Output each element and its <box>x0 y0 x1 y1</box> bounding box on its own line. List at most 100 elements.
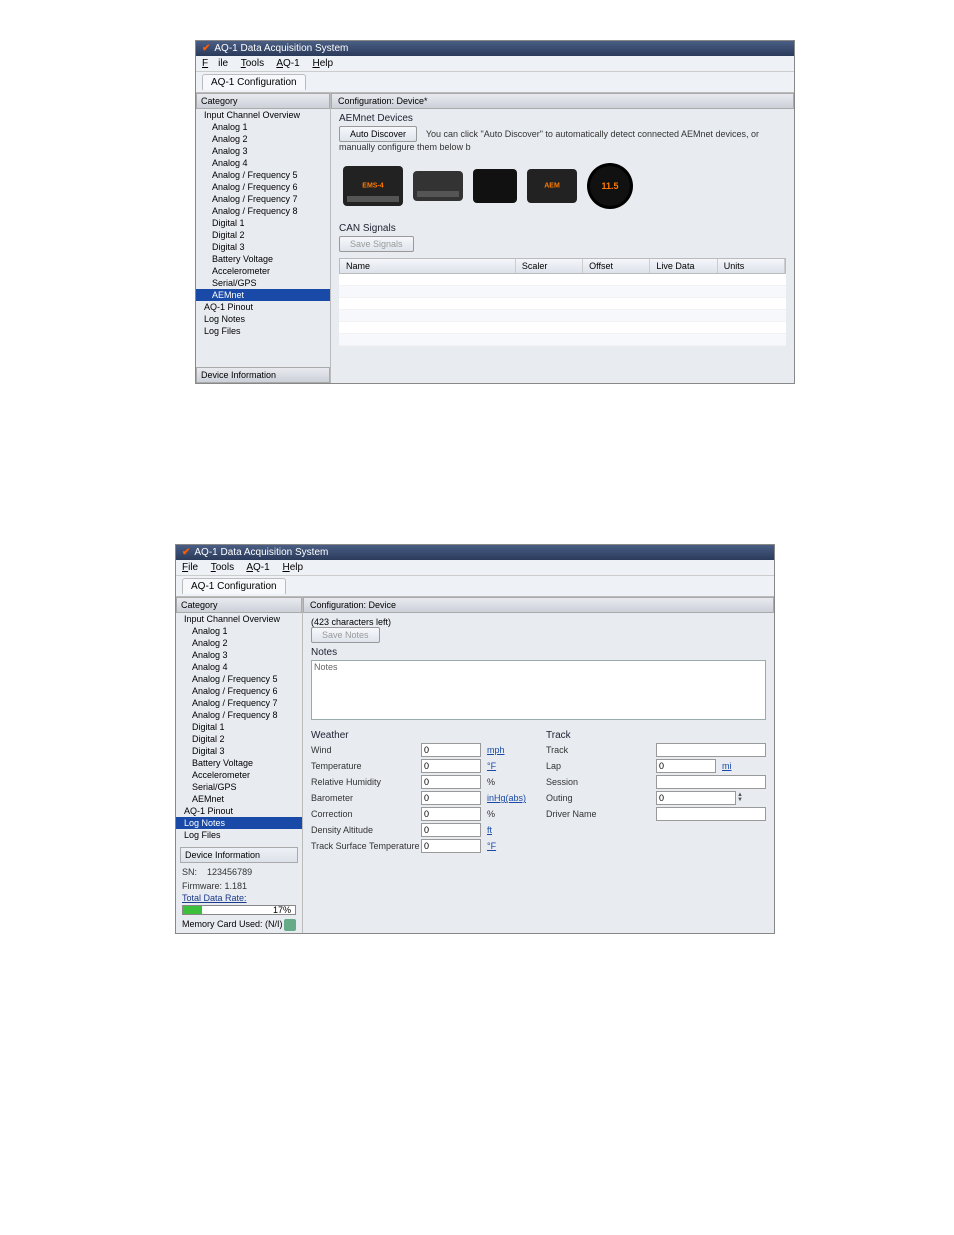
outing-spinner-icon[interactable]: ▲▼ <box>737 793 743 803</box>
sidebar-item-aq-1-pinout[interactable]: AQ-1 Pinout <box>196 301 330 313</box>
sidebar-item-analog-1[interactable]: Analog 1 <box>196 121 330 133</box>
sidebar-item-analog-4[interactable]: Analog 4 <box>196 157 330 169</box>
track-input[interactable] <box>656 743 766 757</box>
main-panel: Configuration: Device* AEMnet Devices Au… <box>331 93 794 383</box>
weather-title: Weather <box>311 730 526 741</box>
col-scaler[interactable]: Scaler <box>516 259 583 273</box>
sidebar-item-analog-2[interactable]: Analog 2 <box>196 133 330 145</box>
outing-label: Outing <box>546 793 656 803</box>
density-altitude-label: Density Altitude <box>311 825 421 835</box>
device-gauge-icon[interactable]: 11.5 <box>587 163 633 209</box>
menu-aq1[interactable]: AQ-1 <box>246 562 269 573</box>
sidebar-item-aq-1-pinout[interactable]: AQ-1 Pinout <box>176 805 302 817</box>
sidebar-item-log-notes[interactable]: Log Notes <box>176 817 302 829</box>
track-surface-temp-input[interactable] <box>421 839 481 853</box>
can-table-rows <box>339 274 786 346</box>
window-aemnet: ✔ AQ-1 Data Acquisition System File Tool… <box>195 40 795 384</box>
sidebar-item-analog-4[interactable]: Analog 4 <box>176 661 302 673</box>
menu-file[interactable]: File <box>202 58 228 69</box>
sidebar-item-digital-3[interactable]: Digital 3 <box>176 745 302 757</box>
memory-card-row: Memory Card Used: (N/I) <box>176 917 302 933</box>
sidebar-item-analog-frequency-6[interactable]: Analog / Frequency 6 <box>176 685 302 697</box>
total-data-rate-link[interactable]: Total Data Rate: <box>176 893 302 903</box>
sidebar-item-digital-2[interactable]: Digital 2 <box>196 229 330 241</box>
sidebar-item-analog-1[interactable]: Analog 1 <box>176 625 302 637</box>
sidebar-item-analog-frequency-8[interactable]: Analog / Frequency 8 <box>196 205 330 217</box>
sidebar-item-battery-voltage[interactable]: Battery Voltage <box>176 757 302 769</box>
col-units[interactable]: Units <box>718 259 785 273</box>
lap-input[interactable] <box>656 759 716 773</box>
humidity-input[interactable] <box>421 775 481 789</box>
wind-unit-link[interactable]: mph <box>487 745 505 755</box>
device-module-icon[interactable] <box>473 169 517 203</box>
sidebar-item-log-notes[interactable]: Log Notes <box>196 313 330 325</box>
sidebar-item-log-files[interactable]: Log Files <box>196 325 330 337</box>
density-altitude-input[interactable] <box>421 823 481 837</box>
sidebar-item-digital-3[interactable]: Digital 3 <box>196 241 330 253</box>
track-surface-temp-unit-link[interactable]: °F <box>487 841 496 851</box>
sidebar-item-digital-2[interactable]: Digital 2 <box>176 733 302 745</box>
window-title: AQ-1 Data Acquisition System <box>214 43 348 54</box>
sidebar-item-digital-1[interactable]: Digital 1 <box>196 217 330 229</box>
menubar: File Tools AQ-1 Help <box>196 56 794 72</box>
refresh-icon[interactable] <box>284 919 296 931</box>
sidebar-item-digital-1[interactable]: Digital 1 <box>176 721 302 733</box>
sidebar-item-analog-frequency-8[interactable]: Analog / Frequency 8 <box>176 709 302 721</box>
col-name[interactable]: Name <box>340 259 516 273</box>
device-information-header[interactable]: Device Information <box>180 847 298 863</box>
driver-name-label: Driver Name <box>546 809 656 819</box>
outing-input[interactable] <box>656 791 736 805</box>
wind-input[interactable] <box>421 743 481 757</box>
save-notes-button[interactable]: Save Notes <box>311 627 380 643</box>
tab-aq1-configuration[interactable]: AQ-1 Configuration <box>182 578 286 594</box>
menu-help[interactable]: Help <box>312 58 333 69</box>
device-wideband-icon[interactable] <box>413 171 463 201</box>
sidebar-item-analog-3[interactable]: Analog 3 <box>176 649 302 661</box>
lap-label: Lap <box>546 761 656 771</box>
sidebar-item-analog-frequency-7[interactable]: Analog / Frequency 7 <box>196 193 330 205</box>
col-offset[interactable]: Offset <box>583 259 650 273</box>
driver-name-input[interactable] <box>656 807 766 821</box>
menu-file[interactable]: File <box>182 562 198 573</box>
density-altitude-unit-link[interactable]: ft <box>487 825 492 835</box>
sidebar-item-accelerometer[interactable]: Accelerometer <box>176 769 302 781</box>
menu-tools[interactable]: Tools <box>241 58 264 69</box>
device-controller-icon[interactable]: AEM <box>527 169 577 203</box>
session-input[interactable] <box>656 775 766 789</box>
barometer-input[interactable] <box>421 791 481 805</box>
sidebar-item-analog-frequency-7[interactable]: Analog / Frequency 7 <box>176 697 302 709</box>
lap-unit-link[interactable]: mi <box>722 761 732 771</box>
sidebar-item-analog-2[interactable]: Analog 2 <box>176 637 302 649</box>
col-livedata[interactable]: Live Data <box>650 259 717 273</box>
sidebar-item-aemnet[interactable]: AEMnet <box>176 793 302 805</box>
sidebar-item-accelerometer[interactable]: Accelerometer <box>196 265 330 277</box>
sidebar-item-serial-gps[interactable]: Serial/GPS <box>176 781 302 793</box>
sidebar-item-analog-frequency-5[interactable]: Analog / Frequency 5 <box>176 673 302 685</box>
correction-input[interactable] <box>421 807 481 821</box>
menu-aq1[interactable]: AQ-1 <box>276 58 299 69</box>
sidebar-item-log-files[interactable]: Log Files <box>176 829 302 841</box>
sidebar-item-input-channel-overview[interactable]: Input Channel Overview <box>176 613 302 625</box>
aemnet-devices-title: AEMnet Devices <box>339 113 786 124</box>
sidebar-item-aemnet[interactable]: AEMnet <box>196 289 330 301</box>
save-signals-button[interactable]: Save Signals <box>339 236 414 252</box>
sidebar-item-analog-3[interactable]: Analog 3 <box>196 145 330 157</box>
sidebar-item-battery-voltage[interactable]: Battery Voltage <box>196 253 330 265</box>
sidebar-item-analog-frequency-5[interactable]: Analog / Frequency 5 <box>196 169 330 181</box>
notes-textarea[interactable]: Notes <box>311 660 766 720</box>
sidebar-item-analog-frequency-6[interactable]: Analog / Frequency 6 <box>196 181 330 193</box>
temperature-unit-link[interactable]: °F <box>487 761 496 771</box>
can-signals-title: CAN Signals <box>339 223 786 234</box>
temperature-input[interactable] <box>421 759 481 773</box>
can-table-header: Name Scaler Offset Live Data Units <box>339 258 786 274</box>
data-rate-value: 17% <box>273 905 291 915</box>
sidebar-item-input-channel-overview[interactable]: Input Channel Overview <box>196 109 330 121</box>
sidebar-item-serial-gps[interactable]: Serial/GPS <box>196 277 330 289</box>
barometer-unit-link[interactable]: inHg(abs) <box>487 793 526 803</box>
device-ems4-icon[interactable]: EMS-4 <box>343 166 403 206</box>
device-information-header[interactable]: Device Information <box>196 367 330 383</box>
tab-aq1-configuration[interactable]: AQ-1 Configuration <box>202 74 306 90</box>
menu-help[interactable]: Help <box>282 562 303 573</box>
menu-tools[interactable]: Tools <box>211 562 234 573</box>
auto-discover-button[interactable]: Auto Discover <box>339 126 417 142</box>
